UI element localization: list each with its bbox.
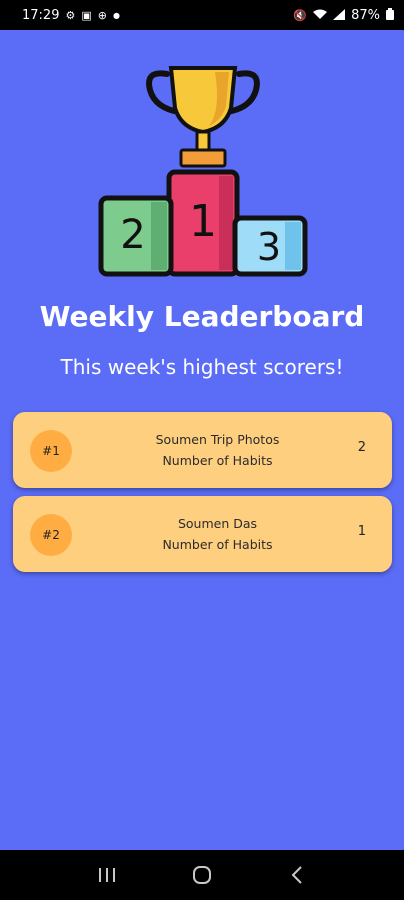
system-nav-bar xyxy=(0,850,404,900)
rank-badge: #2 xyxy=(30,514,72,556)
leaderboard-card[interactable]: #1 Soumen Trip Photos Number of Habits 2 xyxy=(13,412,392,488)
more-notifications-icon: ● xyxy=(112,10,120,20)
rank-badge: #1 xyxy=(30,430,72,472)
card-info: Soumen Trip Photos Number of Habits xyxy=(93,429,342,471)
recent-apps-icon xyxy=(99,868,116,882)
back-button[interactable] xyxy=(277,855,317,895)
back-icon xyxy=(291,866,302,884)
home-icon xyxy=(192,866,211,884)
score-value: 1 xyxy=(357,524,366,539)
podium-first-label: 1 xyxy=(189,196,217,247)
trophy-podium-illustration: 2 1 3 xyxy=(95,60,310,280)
status-right: 🔇 87% xyxy=(293,8,394,23)
add-notification-icon: ⊕ xyxy=(97,8,107,22)
recent-apps-button[interactable] xyxy=(87,855,127,895)
podium-second-label: 2 xyxy=(120,212,145,258)
settings-notification-icon: ⚙ xyxy=(65,8,76,22)
page-title: Weekly Leaderboard xyxy=(39,300,365,333)
trophy-podium-icon: 2 1 3 xyxy=(98,66,308,277)
page-subtitle: This week's highest scorers! xyxy=(60,355,344,379)
status-time: 17:29 xyxy=(22,7,60,23)
app-notification-icon: ▣ xyxy=(81,8,92,22)
metric-label: Number of Habits xyxy=(162,537,273,552)
metric-label: Number of Habits xyxy=(162,453,273,468)
signal-icon xyxy=(333,8,346,22)
card-info: Soumen Das Number of Habits xyxy=(93,513,342,555)
battery-percent: 87% xyxy=(351,7,380,23)
status-left: 17:29 ⚙ ▣ ⊕ ● xyxy=(22,8,120,23)
leaderboard-card[interactable]: #2 Soumen Das Number of Habits 1 xyxy=(13,496,392,572)
status-bar: 17:29 ⚙ ▣ ⊕ ● 🔇 87% xyxy=(0,0,404,30)
user-name: Soumen Das xyxy=(177,516,258,531)
score-value: 2 xyxy=(357,440,366,455)
wifi-icon xyxy=(313,9,328,22)
user-name: Soumen Trip Photos xyxy=(155,432,280,447)
home-button[interactable] xyxy=(182,855,222,895)
podium-third-label: 3 xyxy=(257,225,281,269)
mute-icon: 🔇 xyxy=(293,8,308,22)
battery-icon xyxy=(386,8,394,22)
